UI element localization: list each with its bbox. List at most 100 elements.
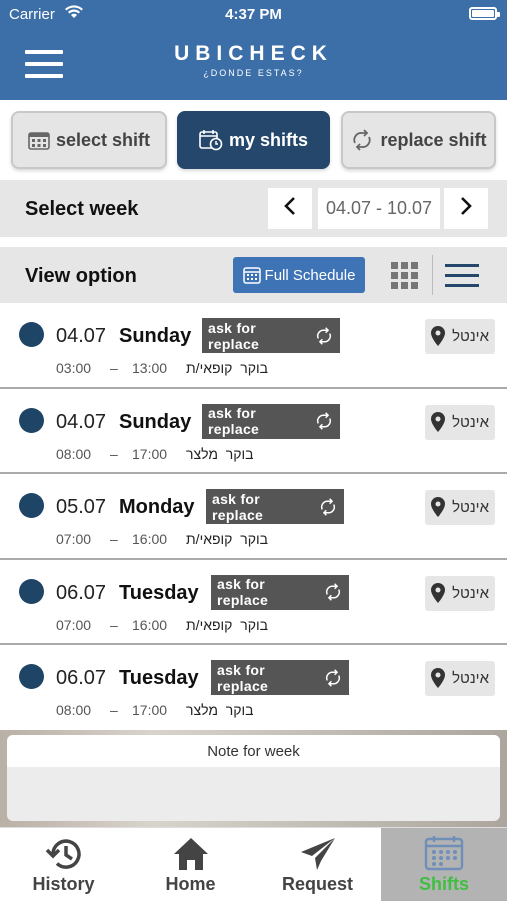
week-range: 04.07 - 10.07 [318,188,440,229]
tab-shifts[interactable]: Shifts [381,828,507,901]
shift-period: בוקר [225,445,254,462]
view-option-row: View option Full Schedule [0,247,507,303]
ask-for-replace-label: ask for replace [208,319,260,352]
shift-role-info: בוקר קופאי/ת [186,531,268,547]
shift-status-dot [19,407,44,433]
shift-start-time: 07:00 [56,616,92,633]
location-name: אינטל [452,328,489,345]
replace-arrows-icon [350,129,374,151]
shift-end-time: 17:00 [132,702,168,718]
tab-replace-shift-label: replace shift [380,129,487,150]
chevron-right-icon [460,196,472,221]
replace-arrows-icon [318,497,338,516]
tab-shifts-label: Shifts [418,874,469,894]
ask-for-replace-button[interactable]: ask for replace [211,660,349,695]
tab-select-shift[interactable]: select shift [11,111,167,169]
tab-my-shifts-label: my shifts [228,129,309,150]
map-pin-icon [431,582,445,607]
tab-my-shifts[interactable]: my shifts [177,111,330,169]
time-separator: – [110,531,118,547]
ask-for-replace-button[interactable]: ask for replace [202,403,340,439]
shift-end-time: 16:00 [132,616,168,633]
ask-for-replace-label: ask for replace [217,661,269,694]
shift-role: קופאי/ת [186,360,233,376]
app-logo: UBICHECK ¿DONDE ESTAS? [0,42,507,78]
select-week-row: Select week 04.07 - 10.07 [0,180,507,237]
calendar-grid-icon [28,130,50,150]
home-icon [172,836,210,872]
shift-period: בוקר [240,360,268,376]
map-pin-icon [431,326,445,350]
grid-icon [390,262,420,295]
grid-view-button[interactable] [390,261,420,291]
location-badge[interactable]: אינטל [425,575,495,611]
shift-row[interactable]: 05.07 Monday ask for replace אינטל 07:00… [0,474,507,560]
shift-start-time: 08:00 [56,702,92,718]
shift-status-dot [19,493,44,518]
shift-start-time: 08:00 [56,445,92,462]
view-divider [432,255,433,295]
location-badge[interactable]: אינטל [425,404,495,440]
shift-role: קופאי/ת [186,616,233,633]
view-option-label: View option [25,265,137,287]
calendar-clock-icon [199,129,223,151]
shift-role-info: בוקר מלצר [186,446,254,462]
tab-home[interactable]: Home [127,828,254,901]
location-name: אינטל [452,670,489,687]
ask-for-replace-button[interactable]: ask for replace [202,318,340,353]
shift-mode-tabs: select shift my shifts replace shift [0,100,507,180]
location-badge[interactable]: אינטל [425,490,495,525]
week-note-panel[interactable]: Note for week [7,735,500,821]
time-separator: – [110,445,118,462]
replace-arrows-icon [314,326,334,345]
location-name: אינטל [452,499,489,516]
ask-for-replace-button[interactable]: ask for replace [206,489,344,524]
location-badge[interactable]: אינטל [425,661,495,696]
list-view-button[interactable] [444,261,480,291]
bottom-tab-bar: History Home Request Shifts [0,827,507,901]
battery-icon [469,7,500,20]
location-badge[interactable]: אינטל [425,319,495,354]
paper-plane-icon [299,836,337,872]
map-pin-icon [431,668,445,692]
week-note-title: Note for week [7,735,500,767]
shift-row[interactable]: 04.07 Sunday ask for replace אינטל 08:00… [0,388,507,474]
shift-role-info: בוקר קופאי/ת [186,360,268,376]
shift-row[interactable]: 06.07 Tuesday ask for replace אינטל 08:0… [0,645,507,731]
map-pin-icon [431,411,445,436]
calendar-icon [424,834,464,872]
shift-date: 06.07 [56,581,107,604]
time-separator: – [110,360,118,376]
clock: 4:37 PM [225,6,282,23]
status-bar: Carrier 4:37 PM [0,0,507,28]
full-schedule-button[interactable]: Full Schedule [233,257,365,293]
tab-history-label: History [32,874,95,894]
next-week-button[interactable] [444,188,488,229]
shift-start-time: 03:00 [56,360,92,376]
previous-week-button[interactable] [268,188,312,229]
location-name: אינטל [452,413,489,431]
tab-replace-shift[interactable]: replace shift [341,111,496,169]
app-header: Carrier 4:37 PM UBICHECK ¿DONDE ESTAS? [0,0,507,100]
tab-home-label: Home [165,874,216,894]
shift-row[interactable]: 04.07 Sunday ask for replace אינטל 03:00… [0,303,507,389]
shift-role-info: בוקר קופאי/ת [186,617,268,633]
ask-for-replace-button[interactable]: ask for replace [211,574,349,610]
shift-day: Monday [119,496,195,518]
shift-period: בוקר [240,531,268,547]
shift-role: קופאי/ת [186,531,233,547]
tab-request[interactable]: Request [254,828,381,901]
ask-for-replace-label: ask for replace [212,490,264,523]
shift-date: 05.07 [56,496,107,518]
tab-history[interactable]: History [0,828,127,901]
shift-period: בוקר [240,616,268,633]
chevron-left-icon [284,196,296,221]
calendar-icon [242,266,261,284]
history-icon [45,836,83,872]
shift-day: Sunday [119,410,192,433]
shift-row[interactable]: 06.07 Tuesday ask for replace אינטל 07:0… [0,559,507,645]
shift-role-info: בוקר מלצר [186,702,254,718]
shift-status-dot [19,664,44,689]
replace-arrows-icon [323,668,343,687]
shift-status-dot [19,578,44,604]
